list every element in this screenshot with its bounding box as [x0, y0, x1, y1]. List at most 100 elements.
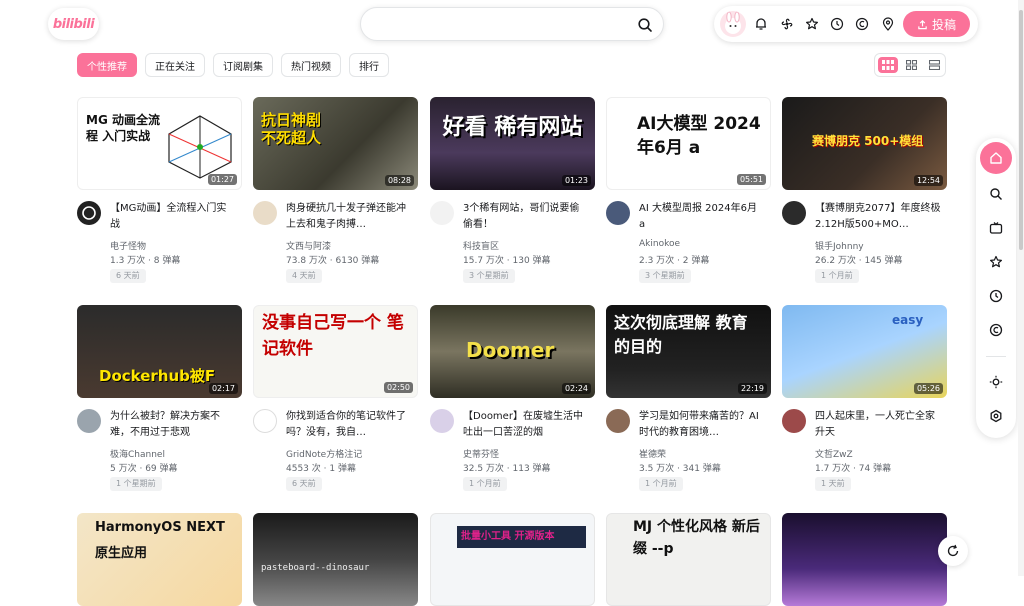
uploader-avatar[interactable]: [253, 201, 277, 225]
uploader-avatar[interactable]: [430, 409, 454, 433]
video-thumbnail[interactable]: Dockerhub被F 02:17: [77, 305, 242, 398]
video-thumbnail[interactable]: 赛博朋克 500+模组 12:54: [782, 97, 947, 190]
uploader-avatar[interactable]: [430, 201, 454, 225]
video-title[interactable]: 学习是如何带来痛苦的？AI时代的教育困境…: [639, 409, 765, 441]
uploader-name[interactable]: 科技盲区: [463, 239, 499, 252]
star-icon[interactable]: [803, 15, 821, 33]
grid-2x-icon[interactable]: [901, 57, 921, 73]
tab-popular[interactable]: 热门视频: [281, 53, 341, 77]
thumbnail-text: 好看 稀有网站: [442, 115, 583, 140]
home-icon[interactable]: [980, 142, 1012, 174]
search-icon[interactable]: [980, 178, 1012, 210]
video-title[interactable]: 【MG动画】全流程入门实战: [110, 201, 236, 233]
video-thumbnail[interactable]: Doomer 02:24: [430, 305, 595, 398]
video-thumbnail[interactable]: 批量小工具 开源版本: [430, 513, 595, 606]
sun-icon[interactable]: [980, 366, 1012, 398]
danmaku-count: 130 弹幕: [512, 256, 551, 266]
video-title[interactable]: 四人起床里，一人死亡全家升天: [815, 409, 941, 441]
refresh-icon: [947, 544, 959, 557]
uploader-name[interactable]: 电子怪物: [110, 239, 146, 252]
uploader-avatar[interactable]: [77, 201, 101, 225]
video-stats: 3.5 万次 · 341 弹幕: [639, 464, 721, 474]
uploader-name[interactable]: 文哲ZwZ: [815, 447, 853, 460]
danmaku-count: 2 弹幕: [682, 256, 710, 266]
thumbnail-text: 这次彻底理解 教育的目的: [614, 313, 748, 356]
uploader-avatar[interactable]: [782, 409, 806, 433]
uploader-name[interactable]: 文西与阿漆: [286, 239, 331, 252]
bcoin-icon[interactable]: [853, 15, 871, 33]
uploader-name[interactable]: 崔德荣: [639, 447, 666, 460]
video-title[interactable]: 3个稀有网站，哥们说要偷偷看！: [463, 201, 589, 233]
thumbnail-text: easy: [892, 313, 924, 327]
grid-3x-icon[interactable]: [878, 57, 898, 73]
search-bar[interactable]: [360, 7, 664, 41]
star-icon[interactable]: [980, 246, 1012, 278]
video-title[interactable]: 【Doomer】在废墟生活中吐出一口苦涩的烟: [463, 409, 589, 441]
video-title[interactable]: 为什么被封？解决方案不难，不用过于悲观: [110, 409, 236, 441]
video-title[interactable]: 肉身硬抗几十发子弹还能冲上去和鬼子肉搏…: [286, 201, 412, 233]
location-icon[interactable]: [879, 15, 897, 33]
video-thumbnail[interactable]: 没事自己写一个 笔记软件 02:50: [253, 305, 418, 398]
video-thumbnail[interactable]: MG 动画全流程 入门实战 01:27: [77, 97, 242, 190]
tab-following[interactable]: 正在关注: [145, 53, 205, 77]
bcoin-icon[interactable]: [980, 314, 1012, 346]
video-stats: 73.8 万次 · 6130 弹幕: [286, 256, 380, 266]
uploader-name[interactable]: GridNote方格注记: [286, 447, 362, 460]
video-title[interactable]: 【赛博朋克2077】年度终极2.12H版500+MO…: [815, 201, 941, 233]
video-thumbnail[interactable]: [782, 513, 947, 606]
duration: 01:27: [207, 174, 237, 185]
video-stats: 5 万次 · 69 弹幕: [110, 464, 178, 474]
avatar[interactable]: [720, 11, 746, 37]
danmaku-count: 6130 弹幕: [335, 256, 380, 266]
list-icon[interactable]: [924, 57, 944, 73]
video-stats: 32.5 万次 · 113 弹幕: [463, 464, 551, 474]
duration: 08:28: [384, 175, 414, 186]
video-stats: 2.3 万次 · 2 弹幕: [639, 256, 710, 266]
video-thumbnail[interactable]: easy 05:26: [782, 305, 947, 398]
video-title[interactable]: 你找到适合你的笔记软件了吗？没有，我自…: [286, 409, 412, 441]
video-stats: 15.7 万次 · 130 弹幕: [463, 256, 551, 266]
uploader-avatar[interactable]: [253, 409, 277, 433]
bilibili-logo[interactable]: bilibili: [48, 8, 99, 40]
tv-icon[interactable]: [980, 212, 1012, 244]
settings-icon[interactable]: [980, 400, 1012, 432]
video-thumbnail[interactable]: MJ 个性化风格 新后缀 --p: [606, 513, 771, 606]
refresh-button[interactable]: [938, 536, 968, 566]
tab-subscribed-series[interactable]: 订阅剧集: [213, 53, 273, 77]
uploader-name[interactable]: 极海Channel: [110, 447, 165, 460]
clock-icon[interactable]: [980, 280, 1012, 312]
scrollbar-thumb[interactable]: [1019, 10, 1023, 250]
thumbnail-text: 批量小工具 开源版本: [457, 526, 586, 548]
thumbnail-text: AI大模型 2024年6月 a: [637, 114, 761, 158]
video-stats: 26.2 万次 · 145 弹幕: [815, 256, 903, 266]
post-button[interactable]: 投稿: [903, 11, 970, 37]
logo-text: bilibili: [52, 16, 95, 32]
video-title[interactable]: AI 大模型周报 2024年6月 a: [639, 201, 765, 233]
video-thumbnail[interactable]: pasteboard--dinosaur: [253, 513, 418, 606]
video-thumbnail[interactable]: AI大模型 2024年6月 a 05:51: [606, 97, 771, 190]
tab-ranking[interactable]: 排行: [349, 53, 389, 77]
search-icon[interactable]: [637, 17, 653, 33]
uploader-avatar[interactable]: [606, 201, 630, 225]
fan-icon[interactable]: [778, 15, 796, 33]
uploader-avatar[interactable]: [77, 409, 101, 433]
uploader-name[interactable]: Akinokoe: [639, 239, 680, 249]
bell-icon[interactable]: [752, 15, 770, 33]
video-thumbnail[interactable]: HarmonyOS NEXT 原生应用: [77, 513, 242, 606]
thumbnail-text: 赛博朋克 500+模组: [812, 134, 924, 148]
clock-icon[interactable]: [828, 15, 846, 33]
thumbnail-text: 抗日神剧 不死超人: [261, 111, 322, 147]
video-thumbnail[interactable]: 这次彻底理解 教育的目的 22:19: [606, 305, 771, 398]
view-count: 2.3 万次: [639, 256, 675, 266]
view-count: 5 万次: [110, 464, 137, 474]
danmaku-count: 74 弹幕: [858, 464, 892, 474]
tab-recommended[interactable]: 个性推荐: [77, 53, 137, 77]
uploader-avatar[interactable]: [606, 409, 630, 433]
uploader-avatar[interactable]: [782, 201, 806, 225]
publish-age: 1 个月前: [639, 477, 683, 491]
video-thumbnail[interactable]: 抗日神剧 不死超人 08:28: [253, 97, 418, 190]
video-thumbnail[interactable]: 好看 稀有网站 01:23: [430, 97, 595, 190]
uploader-name[interactable]: 银手Johnny: [815, 239, 864, 252]
search-input[interactable]: [375, 16, 635, 34]
uploader-name[interactable]: 史蒂芬怪: [463, 447, 499, 460]
